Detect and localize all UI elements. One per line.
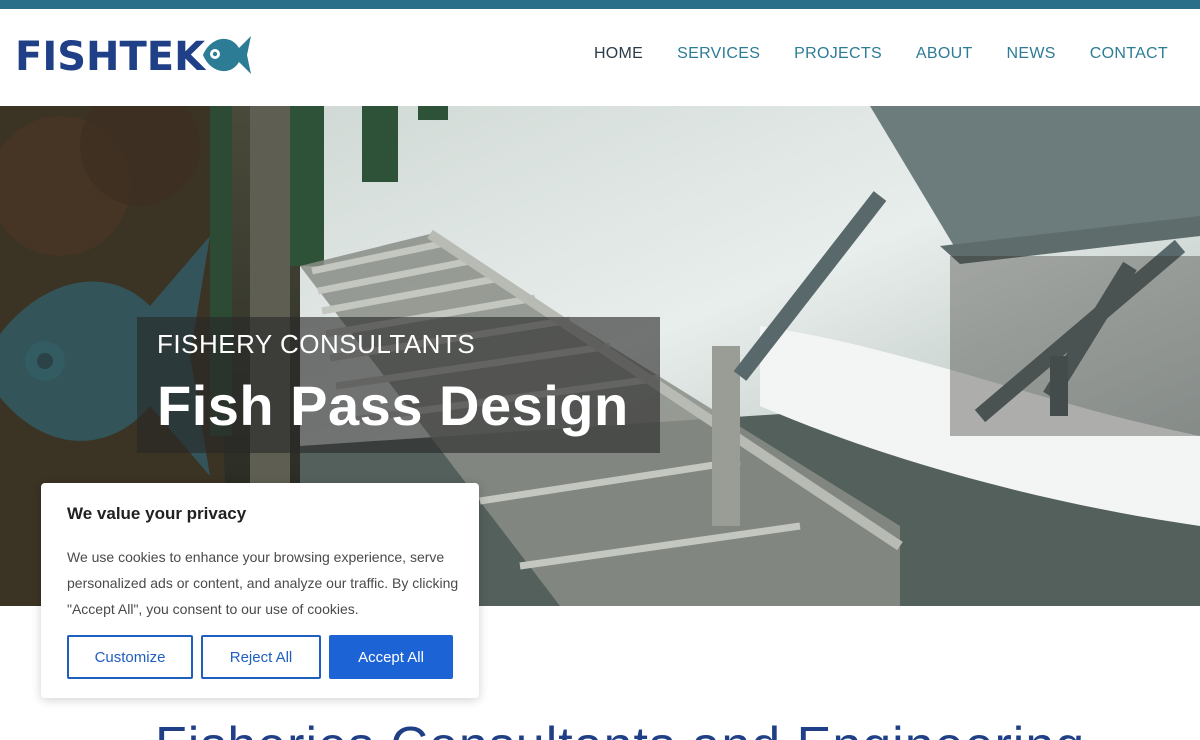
logo-wordmark: FISHTEK [15, 34, 206, 80]
nav-services[interactable]: SERVICES [677, 45, 760, 63]
hero-eyebrow: FISHERY CONSULTANTS [157, 329, 476, 359]
main-nav: HOME SERVICES PROJECTS ABOUT NEWS CONTAC… [560, 45, 1168, 63]
nav-projects[interactable]: PROJECTS [794, 45, 882, 63]
cookie-description: We use cookies to enhance your browsing … [67, 549, 459, 617]
cookie-title: We value your privacy [67, 504, 247, 523]
site-logo[interactable]: FISHTEK [15, 29, 253, 85]
fish-logo-icon [201, 28, 253, 87]
cookie-consent-dialog: We value your privacy We use cookies to … [41, 483, 479, 698]
accept-all-button[interactable]: Accept All [329, 635, 453, 679]
hero-caption-box: FISHERY CONSULTANTS Fish Pass Design [137, 317, 660, 453]
hero-title: Fish Pass Design [157, 374, 629, 437]
nav-contact[interactable]: CONTACT [1090, 45, 1168, 63]
section-heading: Fisheries Consultants and Engineering [155, 716, 1085, 740]
nav-news[interactable]: NEWS [1007, 45, 1056, 63]
site-header: FISHTEK HOME SERVICES PROJECTS ABOUT NEW… [0, 9, 1200, 106]
top-accent-strip [0, 0, 1200, 9]
nav-home[interactable]: HOME [594, 45, 643, 63]
reject-all-button[interactable]: Reject All [201, 635, 321, 679]
nav-about[interactable]: ABOUT [916, 45, 973, 63]
customize-button[interactable]: Customize [67, 635, 193, 679]
